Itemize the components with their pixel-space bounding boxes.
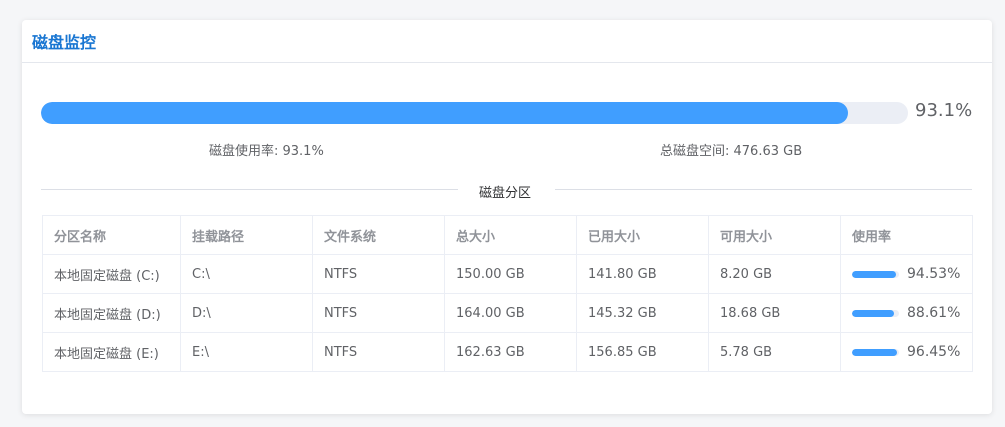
col-header-path: 挂载路径 xyxy=(180,215,313,255)
table-row: 本地固定磁盘 (E:) E:\ NTFS 162.63 GB 156.85 GB 5.78… xyxy=(42,332,973,372)
table-row: 本地固定磁盘 (D:) D:\ NTFS 164.00 GB 145.32 GB 18.6… xyxy=(42,293,973,333)
filesystem-cell: NTFS xyxy=(312,254,445,294)
usage-progress-fill xyxy=(852,270,897,278)
free-size-cell: 8.20 GB xyxy=(708,254,841,294)
col-header-total: 总大小 xyxy=(444,215,577,255)
usage-progress-track xyxy=(852,348,899,356)
total-disk-space-text: 总磁盘空间: 476.63 GB xyxy=(660,144,803,159)
col-header-usage: 使用率 xyxy=(840,215,973,255)
usage-progress: 88.61% xyxy=(852,305,972,321)
mount-path-cell: E:\ xyxy=(180,332,313,372)
usage-progress: 96.45% xyxy=(852,344,972,360)
table-header-row: 分区名称 挂载路径 文件系统 总大小 已用大小 可用大小 使用率 xyxy=(42,215,973,255)
card-header: 磁盘监控 xyxy=(22,20,992,63)
card-title: 磁盘监控 xyxy=(32,33,97,52)
usage-progress-text: 96.45% xyxy=(907,344,961,360)
usage-progress-text: 94.53% xyxy=(907,266,961,282)
usage-cell: 88.61% xyxy=(840,293,973,333)
mount-path-cell: D:\ xyxy=(180,293,313,333)
usage-progress: 94.53% xyxy=(852,266,972,282)
usage-cell: 94.53% xyxy=(840,254,973,294)
col-header-fs: 文件系统 xyxy=(312,215,445,255)
usage-progress-track xyxy=(852,309,899,317)
divider-label: 磁盘分区 xyxy=(479,186,532,201)
total-size-cell: 150.00 GB xyxy=(444,254,577,294)
divider-line-right xyxy=(555,189,972,190)
usage-progress-fill xyxy=(852,348,898,356)
free-size-cell: 18.68 GB xyxy=(708,293,841,333)
partition-name-cell: 本地固定磁盘 (E:) xyxy=(42,332,181,372)
used-size-cell: 141.80 GB xyxy=(576,254,709,294)
partition-name-cell: 本地固定磁盘 (D:) xyxy=(42,293,181,333)
col-header-used: 已用大小 xyxy=(576,215,709,255)
overall-progress: 93.1% xyxy=(41,100,973,124)
filesystem-cell: NTFS xyxy=(312,332,445,372)
table-row: 本地固定磁盘 (C:) C:\ NTFS 150.00 GB 141.80 GB 8.20… xyxy=(42,254,973,294)
col-header-name: 分区名称 xyxy=(42,215,181,255)
total-size-cell: 162.63 GB xyxy=(444,332,577,372)
usage-progress-track xyxy=(852,270,899,278)
total-size-cell: 164.00 GB xyxy=(444,293,577,333)
partition-name-cell: 本地固定磁盘 (C:) xyxy=(42,254,181,294)
used-size-cell: 145.32 GB xyxy=(576,293,709,333)
partition-table: 分区名称 挂载路径 文件系统 总大小 已用大小 可用大小 使用率 本地固定磁盘 (C:) C:… xyxy=(42,215,973,372)
overall-progress-text: 93.1% xyxy=(915,100,973,121)
disk-monitor-card: 磁盘监控 93.1% 磁盘使用率: 93.1% 总磁盘空间: 476.63 GB… xyxy=(22,20,992,414)
mount-path-cell: C:\ xyxy=(180,254,313,294)
overall-progress-track xyxy=(41,102,908,124)
usage-progress-fill xyxy=(852,309,894,317)
used-size-cell: 156.85 GB xyxy=(576,332,709,372)
usage-cell: 96.45% xyxy=(840,332,973,372)
disk-usage-text: 磁盘使用率: 93.1% xyxy=(209,144,324,159)
free-size-cell: 5.78 GB xyxy=(708,332,841,372)
usage-progress-text: 88.61% xyxy=(907,305,961,321)
overall-progress-fill xyxy=(41,102,849,124)
filesystem-cell: NTFS xyxy=(312,293,445,333)
col-header-free: 可用大小 xyxy=(708,215,841,255)
divider-line-left xyxy=(41,189,458,190)
